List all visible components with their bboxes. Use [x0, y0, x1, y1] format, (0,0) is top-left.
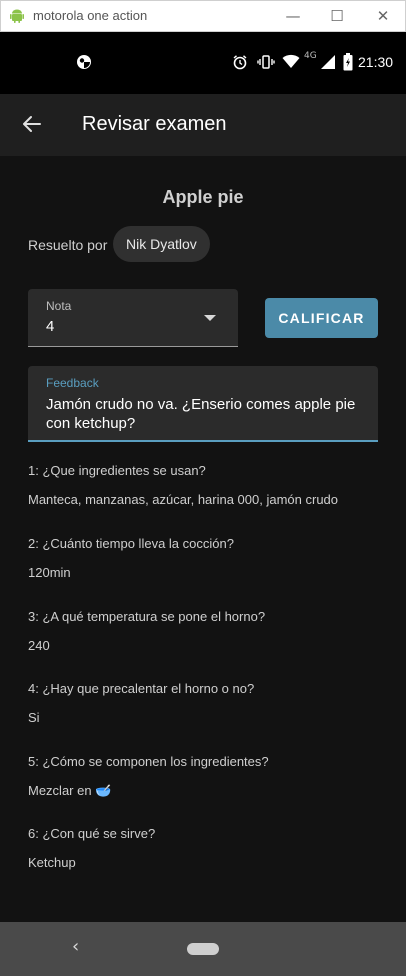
- network-type: 4G: [304, 51, 317, 61]
- resolved-by-label: Resuelto por: [28, 237, 108, 253]
- maximize-button[interactable]: ☐: [328, 7, 346, 25]
- nav-back-icon[interactable]: ‹: [72, 936, 79, 957]
- grade-select[interactable]: Nota 4: [28, 289, 238, 347]
- arrow-back-icon[interactable]: [20, 112, 44, 136]
- alarm-icon: [233, 55, 247, 70]
- question-item: 6: ¿Con qué se sirve? Ketchup: [28, 826, 388, 870]
- wifi-icon: [282, 54, 300, 68]
- question-item: 1: ¿Que ingredientes se usan? Manteca, m…: [28, 463, 388, 507]
- window-title-bar: motorola one action — ☐ ✕: [0, 0, 406, 32]
- question-item: 4: ¿Hay que precalentar el horno o no? S…: [28, 681, 388, 725]
- page-title: Revisar examen: [82, 113, 227, 135]
- signal-icon: [321, 55, 335, 69]
- question-item: 3: ¿A qué temperatura se pone el horno? …: [28, 609, 388, 653]
- feedback-label: Feedback: [46, 376, 99, 390]
- answer-text: Ketchup: [28, 855, 76, 870]
- grade-value: 4: [46, 318, 55, 335]
- android-icon: [10, 9, 24, 23]
- exam-review-content: Apple pie Resuelto por Nik Dyatlov Nota …: [0, 156, 406, 922]
- answer-text: 120min: [28, 565, 71, 580]
- answer-text: Mezclar en 🥣: [28, 783, 112, 798]
- question-text: 2: ¿Cuánto tiempo lleva la cocción?: [28, 536, 234, 551]
- question-text: 6: ¿Con qué se sirve?: [28, 826, 156, 841]
- status-bar: 4G 21:30: [0, 32, 406, 94]
- answer-text: Si: [28, 710, 40, 725]
- student-chip[interactable]: Nik Dyatlov: [113, 226, 210, 262]
- minimize-button[interactable]: —: [284, 7, 302, 25]
- dropdown-arrow-icon[interactable]: [204, 315, 216, 321]
- grade-label: Nota: [46, 299, 72, 313]
- question-item: 2: ¿Cuánto tiempo lleva la cocción? 120m…: [28, 536, 388, 580]
- home-pill-icon[interactable]: [187, 943, 219, 955]
- app-bar: Revisar examen: [0, 94, 406, 156]
- question-text: 1: ¿Que ingredientes se usan?: [28, 463, 206, 478]
- question-text: 4: ¿Hay que precalentar el horno o no?: [28, 681, 255, 696]
- question-item: 5: ¿Cómo se componen los ingredientes? M…: [28, 754, 388, 799]
- status-time: 21:30: [358, 54, 394, 70]
- close-button[interactable]: ✕: [374, 7, 392, 25]
- window-title: motorola one action: [33, 8, 148, 23]
- emulator-window: motorola one action — ☐ ✕ 4G 21:30 Revis…: [0, 0, 406, 976]
- feedback-field[interactable]: Feedback Jamón crudo no va. ¿Enserio com…: [28, 366, 378, 442]
- app-notification-icon: [77, 55, 91, 69]
- question-text: 3: ¿A qué temperatura se pone el horno?: [28, 609, 266, 624]
- battery-icon: [343, 53, 353, 71]
- exam-title: Apple pie: [162, 187, 244, 207]
- answer-text: Manteca, manzanas, azúcar, harina 000, j…: [28, 492, 339, 507]
- question-text: 5: ¿Cómo se componen los ingredientes?: [28, 754, 269, 769]
- answer-text: 240: [28, 638, 50, 653]
- system-nav-bar: ‹: [0, 922, 406, 976]
- vibrate-icon: [257, 55, 275, 69]
- feedback-input[interactable]: Jamón crudo no va. ¿Enserio comes apple …: [46, 395, 356, 433]
- grade-button[interactable]: CALIFICAR: [265, 298, 378, 338]
